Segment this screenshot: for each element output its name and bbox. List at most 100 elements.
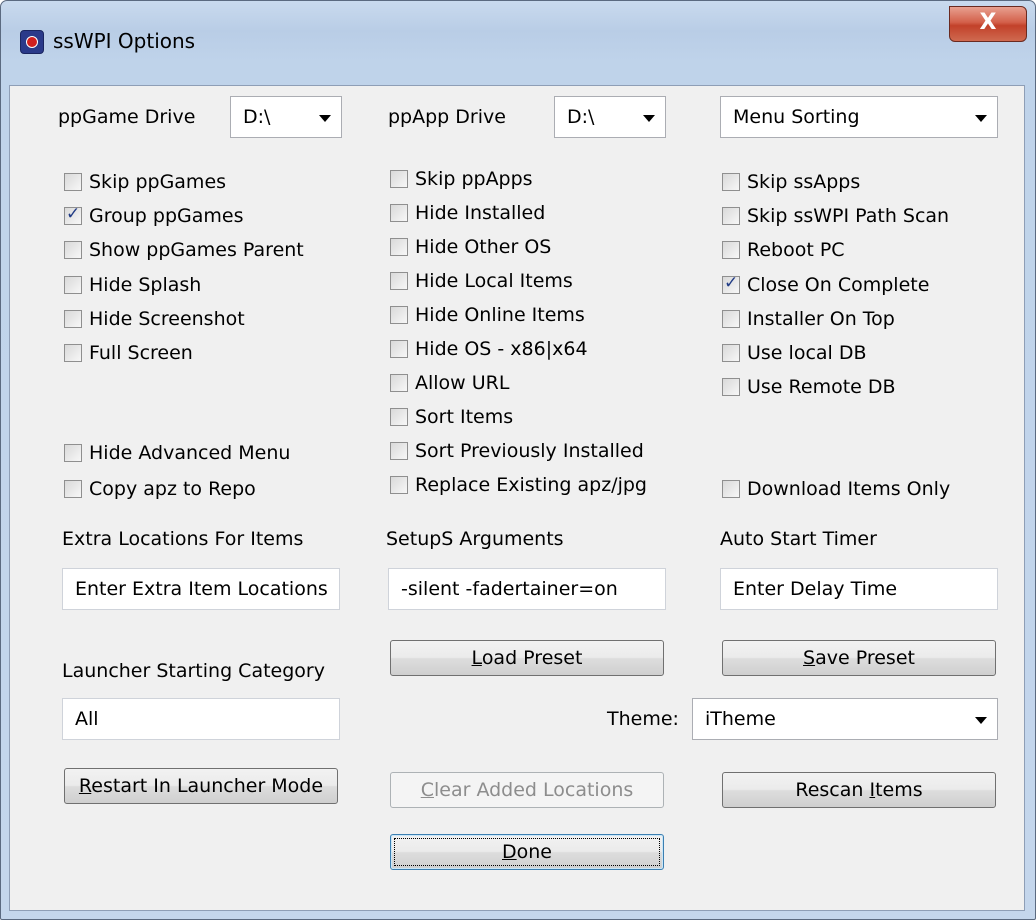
unchecked-box-icon[interactable] (64, 344, 82, 362)
checkbox-skip-sswpi-path-scan[interactable]: Skip ssWPI Path Scan (722, 203, 949, 229)
rescan-items-button[interactable]: Rescan Items (722, 772, 996, 808)
checkbox-allow-url[interactable]: Allow URL (390, 370, 509, 396)
theme-select[interactable]: iTheme (692, 698, 998, 740)
checkbox-show-ppgames-parent[interactable]: Show ppGames Parent (64, 237, 304, 263)
window-title: ssWPI Options (53, 29, 196, 53)
clear-added-locations-button[interactable]: Clear Added Locations (390, 772, 664, 808)
menu-sorting-select[interactable]: Menu Sorting (720, 96, 998, 138)
unchecked-box-icon[interactable] (722, 207, 740, 225)
checkbox-hide-online-items[interactable]: Hide Online Items (390, 302, 585, 328)
checkbox-label: Hide Installed (415, 202, 546, 224)
checkbox-close-on-complete[interactable]: Close On Complete (722, 272, 929, 298)
auto-start-timer-value: Enter Delay Time (733, 578, 898, 600)
restart-label: estart In Launcher Mode (91, 775, 324, 797)
checkbox-replace-existing-apz-jpg[interactable]: Replace Existing apz/jpg (390, 472, 647, 498)
chevron-down-icon (319, 115, 331, 122)
setups-arguments-input[interactable]: -silent -fadertainer=on (388, 568, 666, 610)
ppgame-drive-select[interactable]: D:\ (230, 96, 342, 138)
checkbox-label: Hide Screenshot (89, 308, 245, 330)
save-preset-button[interactable]: Save Preset (722, 640, 996, 676)
unchecked-box-icon[interactable] (390, 170, 408, 188)
checkbox-label: Installer On Top (747, 308, 895, 330)
chevron-down-icon (643, 115, 655, 122)
restart-accel: R (78, 775, 92, 797)
checkbox-label: Skip ssWPI Path Scan (747, 205, 950, 227)
checkbox-installer-on-top[interactable]: Installer On Top (722, 306, 895, 332)
checkbox-label: Show ppGames Parent (89, 239, 304, 261)
close-button[interactable]: X (949, 6, 1027, 42)
done-label: one (516, 841, 552, 863)
load-preset-button[interactable]: Load Preset (390, 640, 664, 676)
checkbox-label: Reboot PC (747, 239, 845, 261)
checkbox-use-remote-db[interactable]: Use Remote DB (722, 374, 896, 400)
save-preset-label: ave Preset (815, 647, 915, 669)
checkbox-label: Use Remote DB (747, 376, 896, 398)
unchecked-box-icon[interactable] (390, 238, 408, 256)
unchecked-box-icon[interactable] (390, 204, 408, 222)
clear-label: lear Added Locations (433, 779, 634, 801)
unchecked-box-icon[interactable] (390, 476, 408, 494)
unchecked-box-icon[interactable] (64, 444, 82, 462)
unchecked-box-icon[interactable] (64, 276, 82, 294)
unchecked-box-icon[interactable] (722, 344, 740, 362)
unchecked-box-icon[interactable] (722, 310, 740, 328)
extra-locations-input[interactable]: Enter Extra Item Locations (62, 568, 340, 610)
unchecked-box-icon[interactable] (722, 378, 740, 396)
unchecked-box-icon[interactable] (390, 272, 408, 290)
menu-sorting-value: Menu Sorting (733, 106, 860, 128)
checkbox-sort-items[interactable]: Sort Items (390, 404, 513, 430)
done-button[interactable]: Done (390, 834, 664, 870)
unchecked-box-icon[interactable] (64, 310, 82, 328)
checkbox-full-screen[interactable]: Full Screen (64, 340, 193, 366)
setups-arguments-label: SetupS Arguments (386, 528, 564, 550)
ppapp-drive-select[interactable]: D:\ (554, 96, 666, 138)
checked-box-icon[interactable] (64, 204, 82, 225)
unchecked-box-icon[interactable] (390, 408, 408, 426)
clear-accel: C (420, 779, 434, 801)
options-window: ssWPI Options X ppGame Drive D:\ ppApp D… (0, 0, 1036, 920)
checkbox-download-items-only[interactable]: Download Items Only (722, 476, 950, 502)
checkbox-skip-ppapps[interactable]: Skip ppApps (390, 166, 533, 192)
checked-box-icon[interactable] (722, 273, 740, 294)
unchecked-box-icon[interactable] (64, 173, 82, 191)
checkbox-use-local-db[interactable]: Use local DB (722, 340, 867, 366)
unchecked-box-icon[interactable] (722, 173, 740, 191)
checkbox-skip-ppgames[interactable]: Skip ppGames (64, 169, 226, 195)
restart-launcher-mode-button[interactable]: Restart In Launcher Mode (64, 768, 338, 804)
unchecked-box-icon[interactable] (390, 374, 408, 392)
checkbox-label: Sort Previously Installed (415, 440, 644, 462)
ppgame-drive-label: ppGame Drive (58, 106, 196, 128)
checkbox-label: Hide Local Items (415, 270, 573, 292)
checkbox-hide-other-os[interactable]: Hide Other OS (390, 234, 551, 260)
unchecked-box-icon[interactable] (64, 480, 82, 498)
checkbox-reboot-pc[interactable]: Reboot PC (722, 237, 845, 263)
unchecked-box-icon[interactable] (722, 480, 740, 498)
checkbox-hide-splash[interactable]: Hide Splash (64, 272, 201, 298)
checkbox-label: Skip ssApps (747, 171, 861, 193)
chevron-down-icon (975, 717, 987, 724)
checkbox-sort-previously-installed[interactable]: Sort Previously Installed (390, 438, 644, 464)
checkbox-label: Hide Splash (89, 274, 202, 296)
unchecked-box-icon[interactable] (722, 241, 740, 259)
checkbox-hide-local-items[interactable]: Hide Local Items (390, 268, 573, 294)
unchecked-box-icon[interactable] (390, 340, 408, 358)
checkbox-group-ppgames[interactable]: Group ppGames (64, 203, 243, 229)
extra-locations-value: Enter Extra Item Locations (75, 578, 328, 600)
checkbox-hide-installed[interactable]: Hide Installed (390, 200, 545, 226)
checkbox-label: Hide OS - x86|x64 (415, 338, 588, 360)
launcher-category-input[interactable]: All (62, 698, 340, 740)
checkbox-label: Replace Existing apz/jpg (415, 474, 647, 496)
checkbox-hide-screenshot[interactable]: Hide Screenshot (64, 306, 245, 332)
rescan-label: tems (875, 779, 923, 801)
unchecked-box-icon[interactable] (390, 442, 408, 460)
load-preset-label: oad Preset (481, 647, 583, 669)
unchecked-box-icon[interactable] (390, 306, 408, 324)
unchecked-box-icon[interactable] (64, 241, 82, 259)
checkbox-skip-ssapps[interactable]: Skip ssApps (722, 169, 860, 195)
checkbox-hide-os-x86-x64[interactable]: Hide OS - x86|x64 (390, 336, 588, 362)
checkbox-hide-advanced-menu[interactable]: Hide Advanced Menu (64, 440, 290, 466)
checkbox-copy-apz-to-repo[interactable]: Copy apz to Repo (64, 476, 256, 502)
title-bar[interactable]: ssWPI Options X (1, 1, 1035, 85)
checkbox-label: Group ppGames (89, 205, 244, 227)
auto-start-timer-input[interactable]: Enter Delay Time (720, 568, 998, 610)
